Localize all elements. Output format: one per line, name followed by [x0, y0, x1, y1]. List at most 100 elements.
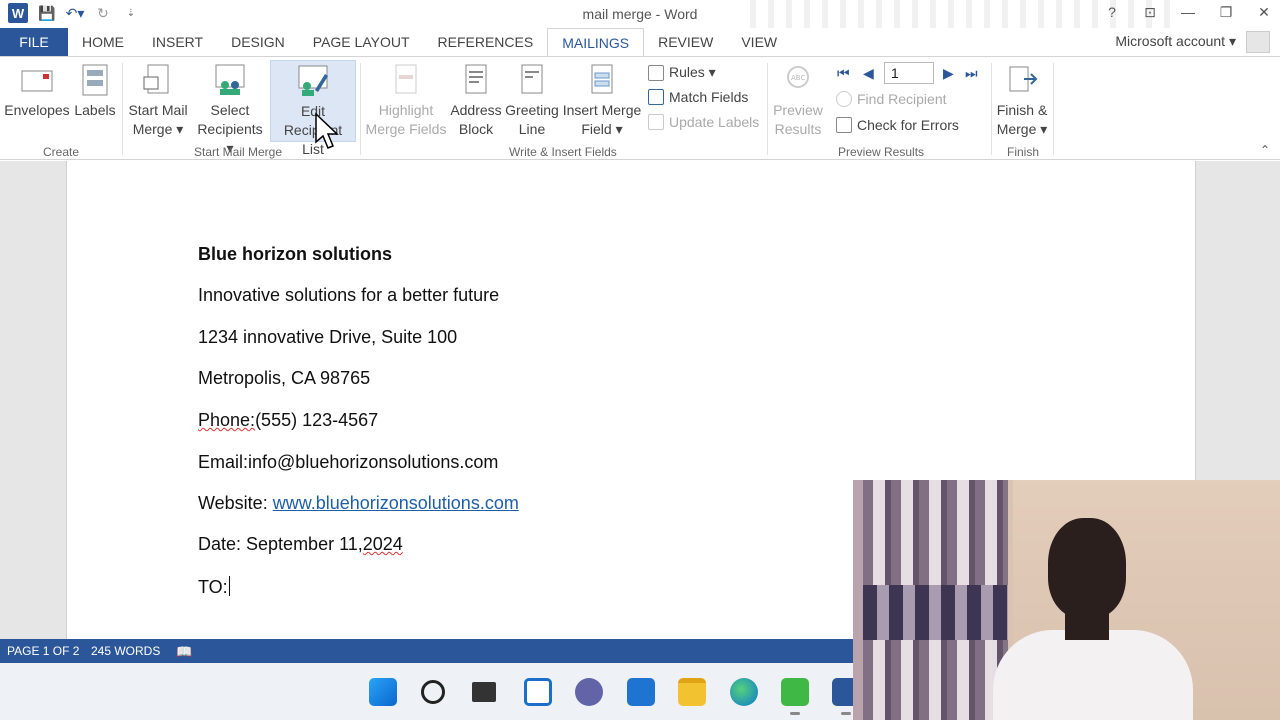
address-block-line2: Block — [458, 121, 494, 137]
to-label: TO: — [198, 577, 228, 597]
labels-label: Labels — [74, 102, 116, 118]
tab-mailings[interactable]: MAILINGS — [547, 28, 645, 56]
insert-merge-field-line2: Field ▾ — [581, 121, 623, 137]
find-recipient-icon — [836, 91, 852, 107]
start-mail-merge-icon — [143, 64, 169, 94]
match-fields-label: Match Fields — [669, 89, 749, 105]
find-recipient-button[interactable]: Find Recipient — [836, 91, 947, 107]
group-create-label: Create — [43, 145, 80, 159]
company-name: Blue horizon solutions — [198, 244, 392, 264]
camtasia-icon[interactable] — [781, 678, 809, 715]
highlight-merge-fields-button[interactable]: Highlight Merge Fields — [364, 63, 448, 139]
address-block-line1: Address — [450, 102, 502, 118]
greeting-line-button[interactable]: Greeting Line — [504, 63, 560, 139]
finish-merge-button[interactable]: Finish & Merge ▾ — [994, 63, 1050, 139]
start-mail-merge-line2: Merge ▾ — [132, 121, 184, 137]
group-preview-results-label: Preview Results — [838, 145, 925, 159]
address-block-icon — [465, 64, 487, 94]
preview-results-icon: ABC — [787, 66, 809, 88]
account-label: Microsoft account — [1115, 33, 1226, 49]
select-recipients-button[interactable]: Select Recipients ▾ — [192, 63, 268, 158]
search-icon[interactable] — [421, 680, 445, 704]
tab-review[interactable]: REVIEW — [644, 28, 727, 56]
next-record-icon[interactable]: ▶ — [943, 65, 954, 82]
update-labels-label: Update Labels — [669, 114, 760, 130]
word-count[interactable]: 245 WORDS — [91, 644, 160, 658]
teams-icon[interactable] — [575, 678, 603, 706]
webcam-overlay — [853, 480, 1280, 720]
proofing-icon[interactable]: 📖 — [176, 644, 192, 660]
insert-merge-field-button[interactable]: Insert Merge Field ▾ — [562, 63, 642, 139]
finish-merge-icon — [1009, 66, 1038, 92]
webcam-person-head — [1048, 518, 1126, 618]
ribbon-display-options-icon[interactable]: ⊡ — [1142, 4, 1158, 21]
check-for-errors-button[interactable]: Check for Errors — [836, 117, 959, 133]
to-line[interactable]: TO: — [198, 576, 230, 598]
title-bar: W 💾 ↶▾ ↻ ⇣ mail merge - Word ? ⊡ — ❐ ✕ — [0, 0, 1280, 70]
phone-label: Phone: — [198, 410, 256, 430]
group-write-insert-label: Write & Insert Fields — [509, 145, 617, 159]
rules-button[interactable]: Rules ▾ — [648, 64, 716, 81]
edit-recipient-list-icon — [298, 65, 328, 96]
group-separator — [122, 63, 123, 155]
date-year: 2024 — [362, 534, 403, 554]
highlight-line2: Merge Fields — [365, 121, 447, 137]
group-separator — [767, 63, 768, 155]
task-view-icon[interactable] — [472, 682, 496, 702]
edit-recipient-list-button[interactable]: Edit Recipient List — [270, 60, 356, 157]
file-explorer-icon[interactable] — [678, 678, 706, 706]
select-recipients-line1: Select — [210, 102, 250, 118]
match-fields-button[interactable]: Match Fields — [648, 89, 748, 105]
update-labels-button[interactable]: Update Labels — [648, 114, 759, 130]
window-title: mail merge - Word — [582, 6, 698, 22]
greeting-line-line2: Line — [518, 121, 546, 137]
widgets-icon[interactable] — [524, 678, 552, 706]
preview-results-button[interactable]: ABC Preview Results — [770, 63, 826, 139]
highlight-merge-fields-icon — [395, 64, 417, 94]
start-mail-merge-button[interactable]: Start Mail Merge ▾ — [126, 63, 190, 139]
account-menu[interactable]: Microsoft account ▾ — [1115, 33, 1236, 50]
rules-label: Rules ▾ — [669, 64, 716, 80]
tab-design[interactable]: DESIGN — [217, 28, 299, 56]
windows-start-icon[interactable] — [369, 678, 397, 706]
close-icon[interactable]: ✕ — [1256, 4, 1272, 21]
last-record-icon[interactable]: ⏭ — [965, 65, 978, 82]
tab-home[interactable]: HOME — [68, 28, 138, 56]
select-recipients-icon — [215, 64, 245, 95]
labels-button[interactable]: Labels — [72, 63, 118, 120]
rules-icon — [648, 64, 664, 81]
email-line: Email:info@bluehorizonsolutions.com — [198, 452, 499, 472]
page-count[interactable]: PAGE 1 OF 2 — [7, 644, 79, 658]
tab-references[interactable]: REFERENCES — [424, 28, 548, 56]
phone-line: Phone:(555) 123-4567 — [198, 410, 378, 431]
date-line: Date: September 11,2024 — [198, 534, 403, 555]
tab-file[interactable]: FILE — [0, 28, 68, 56]
address-line-2: Metropolis, CA 98765 — [198, 368, 371, 388]
minimize-icon[interactable]: — — [1180, 4, 1196, 21]
tab-view[interactable]: VIEW — [727, 28, 791, 56]
collapse-ribbon-icon[interactable]: ⌃ — [1260, 143, 1270, 157]
phone-value: (555) 123-4567 — [255, 410, 379, 430]
avatar[interactable] — [1246, 31, 1270, 53]
window-controls: ? ⊡ — ❐ ✕ — [1104, 4, 1272, 21]
edge-icon[interactable] — [730, 678, 758, 706]
group-separator — [360, 63, 361, 155]
update-labels-icon — [648, 114, 664, 130]
address-block-button[interactable]: Address Block — [448, 63, 504, 139]
record-number-input[interactable] — [884, 62, 934, 84]
website-link[interactable]: www.bluehorizonsolutions.com — [273, 493, 519, 513]
tab-page-layout[interactable]: PAGE LAYOUT — [299, 28, 424, 56]
website-line: Website: www.bluehorizonsolutions.com — [198, 493, 519, 514]
start-mail-merge-line1: Start Mail — [128, 102, 188, 118]
match-fields-icon — [648, 89, 664, 105]
store-icon[interactable] — [627, 678, 655, 706]
previous-record-icon[interactable]: ◀ — [863, 65, 874, 82]
envelopes-button[interactable]: Envelopes — [4, 63, 70, 120]
restore-icon[interactable]: ❐ — [1218, 4, 1234, 21]
help-icon[interactable]: ? — [1104, 4, 1120, 21]
tab-insert[interactable]: INSERT — [138, 28, 217, 56]
preview-results-line2: Results — [774, 121, 822, 137]
first-record-icon[interactable]: ⏮ — [837, 65, 850, 82]
labels-icon — [82, 64, 108, 96]
webcam-curtain-pattern — [863, 585, 1008, 640]
